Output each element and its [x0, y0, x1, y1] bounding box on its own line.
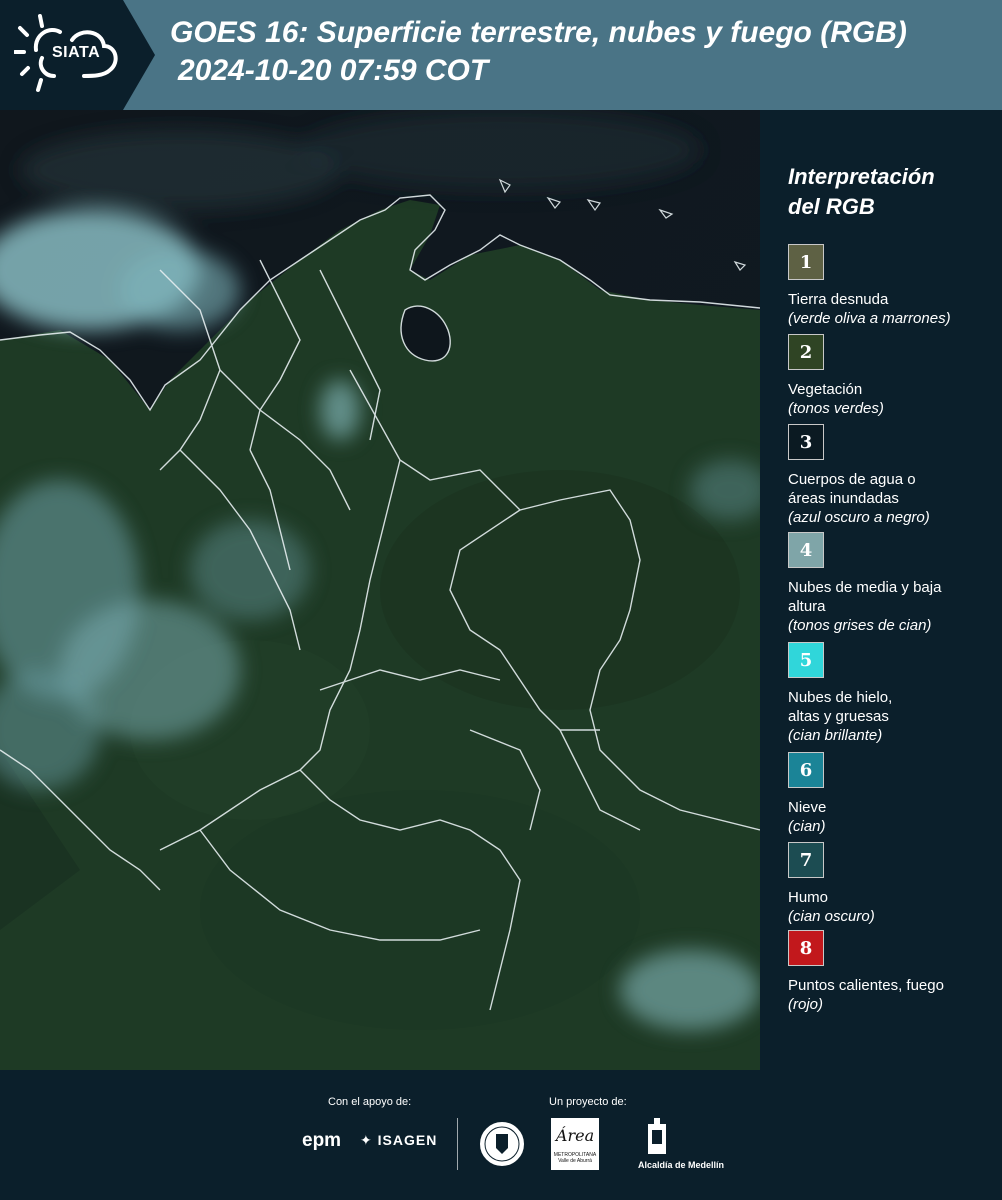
legend-desc-6: (cian)	[788, 818, 826, 835]
legend-item-4: 4 Nubes de media y baja altura (tonos gr…	[788, 532, 993, 635]
legend-label-2: Vegetación	[788, 381, 863, 398]
legend-label-6: Nieve	[788, 799, 827, 816]
alcaldia-building-icon	[648, 1118, 666, 1154]
isagen-logo-text: ISAGEN	[377, 1132, 438, 1148]
legend: Interpretación del RGB 1 Tierra desnuda …	[776, 110, 996, 1070]
area-logo-text: Área	[555, 1126, 595, 1145]
timestamp: 2024-10-20 07:59 COT	[178, 54, 489, 87]
legend-swatch-3: 3	[788, 424, 824, 460]
isagen-icon: ✦	[360, 1132, 373, 1148]
legend-title-line2: del RGB	[788, 194, 875, 219]
legend-item-6: 6 Nieve (cian)	[788, 752, 993, 836]
legend-swatch-5: 5	[788, 642, 824, 678]
legend-desc-8: (rojo)	[788, 996, 824, 1013]
legend-label-5: Nubes de hielo, altas y gruesas	[788, 689, 893, 725]
area-metropolitana-logo: Área METROPOLITANA Valle de Aburrá	[551, 1118, 599, 1170]
siata-logo: SIATA	[0, 0, 155, 110]
legend-desc-1: (verde oliva a marrones)	[788, 310, 951, 327]
siata-logo-text: SIATA	[52, 44, 101, 61]
satellite-image	[0, 110, 760, 1070]
legend-desc-2: (tonos verdes)	[788, 400, 884, 417]
legend-desc-3: (azul oscuro a negro)	[788, 509, 930, 526]
legend-item-5: 5 Nubes de hielo, altas y gruesas (cian …	[788, 642, 993, 745]
legend-swatch-2: 2	[788, 334, 824, 370]
footer-divider	[457, 1118, 458, 1170]
satellite-map	[0, 110, 760, 1070]
legend-desc-5: (cian brillante)	[788, 727, 883, 744]
epm-logo: epm	[302, 1130, 342, 1151]
legend-item-7: 7 Humo (cian oscuro)	[788, 842, 993, 926]
legend-item-8: 8 Puntos calientes, fuego (rojo)	[788, 930, 993, 1014]
legend-title-line1: Interpretación	[788, 164, 935, 189]
legend-swatch-6: 6	[788, 752, 824, 788]
legend-swatch-4: 4	[788, 532, 824, 568]
legend-desc-7: (cian oscuro)	[788, 908, 875, 925]
alcaldia-logo-text: Alcaldía de Medellín	[638, 1160, 725, 1170]
legend-item-2: 2 Vegetación (tonos verdes)	[788, 334, 993, 418]
legend-label-7: Humo	[788, 889, 829, 906]
legend-item-3: 3 Cuerpos de agua o áreas inundadas (azu…	[788, 424, 993, 527]
page-title: GOES 16: Superficie terrestre, nubes y f…	[170, 16, 907, 49]
university-seal-icon	[478, 1120, 526, 1168]
project-label: Un proyecto de:	[549, 1096, 627, 1108]
isagen-logo: ✦ ISAGEN	[360, 1132, 437, 1149]
legend-swatch-8: 8	[788, 930, 824, 966]
legend-label-4: Nubes de media y baja altura	[788, 579, 942, 615]
support-label: Con el apoyo de:	[328, 1096, 412, 1108]
header: SIATA GOES 16: Superficie terrestre, nub…	[0, 0, 1002, 110]
legend-label-1: Tierra desnuda	[788, 291, 889, 308]
legend-swatch-1: 1	[788, 244, 824, 280]
area-logo-subtext: METROPOLITANA Valle de Aburrá	[553, 1152, 597, 1164]
legend-swatch-7: 7	[788, 842, 824, 878]
legend-desc-4: (tonos grises de cian)	[788, 617, 932, 634]
legend-label-8: Puntos calientes, fuego	[788, 977, 944, 994]
legend-title: Interpretación del RGB	[788, 162, 988, 222]
legend-label-3: Cuerpos de agua o áreas inundadas	[788, 471, 916, 507]
legend-item-1: 1 Tierra desnuda (verde oliva a marrones…	[788, 244, 993, 328]
footer: Con el apoyo de: Un proyecto de: epm ✦ I…	[0, 1070, 1002, 1200]
